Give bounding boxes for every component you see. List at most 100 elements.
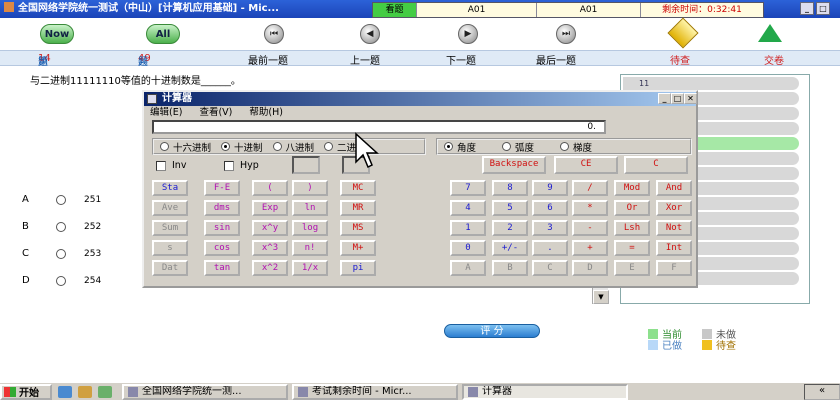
- key-sym-button[interactable]: (: [252, 180, 288, 196]
- key-f-button[interactable]: F: [656, 260, 692, 276]
- key-mr-button[interactable]: MR: [340, 200, 376, 216]
- taskbar-item-calculator[interactable]: 计算器: [462, 383, 628, 400]
- key-sym-button[interactable]: -: [572, 220, 608, 236]
- scroll-down-arrow-icon[interactable]: ▼: [593, 290, 609, 304]
- key-x-3-button[interactable]: x^3: [252, 240, 288, 256]
- key-c-button[interactable]: C: [532, 260, 568, 276]
- key-sym-button[interactable]: =: [614, 240, 650, 256]
- key-6-button[interactable]: 6: [532, 200, 568, 216]
- prev-question-button[interactable]: 上一题: [350, 52, 380, 67]
- angle-radian-radio[interactable]: 弧度: [502, 140, 534, 154]
- next-question-button[interactable]: 下一题: [446, 52, 476, 67]
- submit-button[interactable]: 交卷: [764, 52, 784, 67]
- key-1-x-button[interactable]: 1/x: [292, 260, 328, 276]
- key-xor-button[interactable]: Xor: [656, 200, 692, 216]
- calculator-window[interactable]: 计算器 _ □ ✕ 编辑(E) 查看(V) 帮助(H) 0. 十六进制 十进制 …: [142, 90, 698, 288]
- clear-button[interactable]: C: [624, 156, 688, 174]
- key-s-button[interactable]: s: [152, 240, 188, 256]
- grade-button[interactable]: 评 分: [444, 324, 540, 338]
- question-map-item[interactable]: 11: [623, 77, 799, 90]
- calc-minimize-button[interactable]: _: [658, 93, 671, 104]
- option-c[interactable]: C 253: [22, 248, 101, 259]
- review-flag-icon[interactable]: [667, 17, 699, 49]
- calc-close-button[interactable]: ✕: [684, 93, 697, 104]
- key-and-button[interactable]: And: [656, 180, 692, 196]
- review-button[interactable]: 待查: [670, 52, 690, 67]
- now-button[interactable]: Now: [40, 24, 74, 44]
- prev-question-icon[interactable]: ◀: [360, 24, 380, 44]
- key-x-y-button[interactable]: x^y: [252, 220, 288, 236]
- key-exp-button[interactable]: Exp: [252, 200, 288, 216]
- key-1-button[interactable]: 1: [450, 220, 486, 236]
- all-button[interactable]: All: [146, 24, 180, 44]
- key-or-button[interactable]: Or: [614, 200, 650, 216]
- key-sym-button[interactable]: ): [292, 180, 328, 196]
- base-dec-radio[interactable]: 十进制: [221, 140, 263, 154]
- key-mod-button[interactable]: Mod: [614, 180, 650, 196]
- key-0-button[interactable]: 0: [450, 240, 486, 256]
- key-tan-button[interactable]: tan: [204, 260, 240, 276]
- base-hex-radio[interactable]: 十六进制: [160, 140, 211, 154]
- menu-help[interactable]: 帮助(H): [249, 107, 283, 118]
- option-radio[interactable]: [56, 194, 66, 205]
- option-radio[interactable]: [56, 221, 66, 232]
- option-radio[interactable]: [56, 275, 66, 286]
- option-a[interactable]: A 251: [22, 194, 101, 205]
- taskbar-item-timer[interactable]: 考试剩余时间 - Micr...: [292, 383, 458, 400]
- key-sum-button[interactable]: Sum: [152, 220, 188, 236]
- key-cos-button[interactable]: cos: [204, 240, 240, 256]
- menu-view[interactable]: 查看(V): [199, 107, 232, 118]
- checkbox-box[interactable]: [224, 160, 234, 171]
- key-n-button[interactable]: n!: [292, 240, 328, 256]
- key-4-button[interactable]: 4: [450, 200, 486, 216]
- key-not-button[interactable]: Not: [656, 220, 692, 236]
- key-d-button[interactable]: D: [572, 260, 608, 276]
- calculator-titlebar[interactable]: 计算器 _ □ ✕: [144, 92, 697, 106]
- key-a-button[interactable]: A: [450, 260, 486, 276]
- key-8-button[interactable]: 8: [492, 180, 528, 196]
- menu-edit[interactable]: 编辑(E): [150, 107, 182, 118]
- key-sin-button[interactable]: sin: [204, 220, 240, 236]
- ce-button[interactable]: CE: [554, 156, 618, 174]
- key-ave-button[interactable]: Ave: [152, 200, 188, 216]
- last-question-button[interactable]: 最后一题: [536, 52, 576, 67]
- key-sym-button[interactable]: /: [572, 180, 608, 196]
- calc-maximize-button[interactable]: □: [671, 93, 684, 104]
- key-b-button[interactable]: B: [492, 260, 528, 276]
- key-x-2-button[interactable]: x^2: [252, 260, 288, 276]
- option-radio[interactable]: [56, 248, 66, 259]
- first-question-icon[interactable]: ⏮: [264, 24, 284, 44]
- option-d[interactable]: D 254: [22, 275, 101, 286]
- key-lsh-button[interactable]: Lsh: [614, 220, 650, 236]
- key-mc-button[interactable]: MC: [340, 180, 376, 196]
- key-log-button[interactable]: log: [292, 220, 328, 236]
- base-oct-radio[interactable]: 八进制: [272, 140, 314, 154]
- key-sym-button[interactable]: .: [532, 240, 568, 256]
- angle-degree-radio[interactable]: 角度: [444, 140, 476, 154]
- checkbox-box[interactable]: [156, 160, 166, 171]
- key-9-button[interactable]: 9: [532, 180, 568, 196]
- key-e-button[interactable]: E: [614, 260, 650, 276]
- key-ms-button[interactable]: MS: [340, 220, 376, 236]
- ie-quicklaunch-icon[interactable]: [58, 385, 72, 398]
- inv-checkbox[interactable]: Inv: [156, 160, 186, 171]
- key-5-button[interactable]: 5: [492, 200, 528, 216]
- key-pi-button[interactable]: pi: [340, 260, 376, 276]
- key-7-button[interactable]: 7: [450, 180, 486, 196]
- key-ln-button[interactable]: ln: [292, 200, 328, 216]
- key-sym-button[interactable]: +: [572, 240, 608, 256]
- key-dat-button[interactable]: Dat: [152, 260, 188, 276]
- key-dms-button[interactable]: dms: [204, 200, 240, 216]
- angle-grad-radio[interactable]: 梯度: [560, 140, 592, 154]
- key-sym-button[interactable]: *: [572, 200, 608, 216]
- key-m-button[interactable]: M+: [340, 240, 376, 256]
- desktop-quicklaunch-icon[interactable]: [98, 385, 112, 398]
- first-question-button[interactable]: 最前一题: [248, 52, 288, 67]
- last-question-icon[interactable]: ⏭: [556, 24, 576, 44]
- hyp-checkbox[interactable]: Hyp: [224, 160, 259, 171]
- key-sym-button[interactable]: +/-: [492, 240, 528, 256]
- folder-quicklaunch-icon[interactable]: [78, 385, 92, 398]
- key-3-button[interactable]: 3: [532, 220, 568, 236]
- next-question-icon[interactable]: ▶: [458, 24, 478, 44]
- tray-expand-button[interactable]: «: [804, 383, 840, 400]
